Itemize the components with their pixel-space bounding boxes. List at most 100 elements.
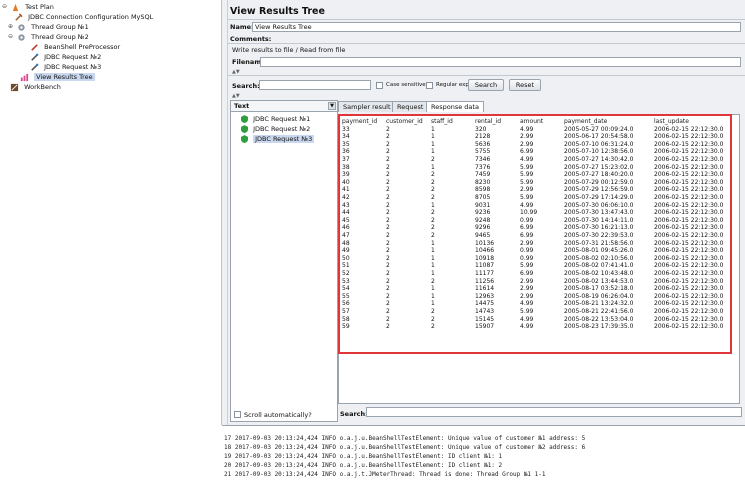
- tree-item-thread-group-2[interactable]: ⊖ Thread Group №2: [8, 32, 89, 42]
- response-cell: 1: [431, 270, 435, 277]
- response-cell: payment_id: [342, 118, 378, 125]
- tree-item-jdbc-config[interactable]: JDBC Connection Configuration MySQL: [14, 12, 153, 22]
- response-cell: 6.99: [520, 224, 534, 232]
- scroll-automatically-checkbox[interactable]: [234, 411, 241, 418]
- expand-icon[interactable]: ⊕: [8, 22, 15, 32]
- response-cell: 4.99: [520, 125, 534, 133]
- name-label: Name:: [230, 23, 254, 31]
- response-cell: 12963: [475, 292, 495, 300]
- tree-item-beanshell[interactable]: BeanShell PreProcessor: [30, 42, 120, 52]
- response-cell: 2: [386, 140, 390, 148]
- response-cell: 2005-08-02 07:41:41.0: [564, 262, 634, 270]
- response-cell: 2: [386, 308, 390, 315]
- response-cell: 2005-08-21 22:41:56.0: [564, 308, 634, 315]
- collapse-icon[interactable]: ⊖: [8, 32, 15, 42]
- chart-icon: [20, 73, 29, 81]
- renderer-select[interactable]: Text ▼: [231, 101, 337, 112]
- response-cell: 2005-07-29 17:14:29.0: [564, 194, 634, 201]
- response-cell: 14743: [475, 308, 495, 315]
- view-results-panel: View Results Tree Name: View Results Tre…: [228, 0, 745, 425]
- response-cell: 2: [386, 323, 390, 331]
- response-cell: 2: [386, 201, 390, 209]
- case-sensitive-checkbox[interactable]: [376, 82, 383, 89]
- response-cell: 2005-07-30 16:21:13.0: [564, 224, 634, 232]
- search-button[interactable]: Search: [468, 79, 504, 91]
- response-cell: 2: [386, 315, 390, 323]
- response-cell: 2006-02-15 22:12:30.0: [654, 194, 724, 201]
- pipette-icon: [31, 63, 39, 71]
- response-cell: 9236: [475, 209, 491, 217]
- response-cell: 2006-02-15 22:12:30.0: [654, 308, 724, 315]
- response-cell: 2.99: [520, 140, 534, 148]
- tab-request[interactable]: Request: [392, 101, 429, 112]
- response-cell: 2006-02-15 22:12:30.0: [654, 239, 724, 247]
- response-cell: 11256: [475, 277, 495, 285]
- response-cell: 7376: [475, 163, 491, 171]
- collapse-arrows-icon[interactable]: ▲▼: [232, 93, 240, 99]
- response-cell: 2: [386, 216, 390, 224]
- response-cell: 48: [342, 239, 350, 247]
- response-data-text[interactable]: payment_id customer_id staff_id rental_id am…: [338, 114, 732, 354]
- response-cell: 2005-08-22 13:53:04.0: [564, 315, 634, 323]
- log-viewer[interactable]: 17 2017-09-03 20:13:24,424 INFO o.a.j.u.…: [222, 425, 745, 480]
- response-cell: 1: [431, 148, 435, 156]
- search-input[interactable]: [259, 80, 371, 90]
- response-cell: 1: [431, 239, 435, 247]
- response-cell: 4.99: [520, 323, 534, 331]
- response-cell: 51: [342, 262, 350, 270]
- bottom-search-input[interactable]: [366, 407, 742, 417]
- tree-item-view-results-tree[interactable]: View Results Tree: [20, 72, 95, 82]
- search-label: Search:: [232, 82, 260, 90]
- result-item[interactable]: JDBC Request №2: [241, 125, 310, 134]
- response-cell: 15907: [475, 323, 495, 331]
- response-cell: 41: [342, 186, 350, 194]
- response-cell: 9296: [475, 224, 491, 232]
- response-cell: 2006-02-15 22:12:30.0: [654, 216, 724, 224]
- result-item[interactable]: JDBC Request №3: [241, 135, 315, 144]
- response-cell: 2: [431, 323, 435, 331]
- name-field[interactable]: View Results Tree: [252, 22, 741, 32]
- response-cell: 10.99: [520, 209, 538, 217]
- response-cell: 15145: [475, 315, 495, 323]
- response-cell: 2005-08-19 06:26:04.0: [564, 292, 634, 300]
- response-cell: 2: [431, 186, 435, 194]
- response-cell: 1: [431, 247, 435, 255]
- response-cell: 47: [342, 232, 350, 239]
- response-cell: 40: [342, 178, 350, 186]
- response-cell: 2005-07-27 14:30:42.0: [564, 156, 634, 163]
- chevron-down-icon[interactable]: ▼: [328, 102, 336, 110]
- response-cell: 2006-02-15 22:12:30.0: [654, 148, 724, 156]
- tree-item-workbench[interactable]: WorkBench: [10, 82, 61, 92]
- log-line: 20 2017-09-03 20:13:24,424 INFO o.a.j.u.…: [224, 462, 503, 469]
- result-item[interactable]: JDBC Request №1: [241, 115, 310, 124]
- response-cell: 2005-07-29 00:12:59.0: [564, 178, 634, 186]
- response-cell: 2006-02-15 22:12:30.0: [654, 292, 724, 300]
- response-cell: 46: [342, 224, 350, 232]
- response-cell: staff_id: [431, 118, 453, 125]
- success-shield-icon: [241, 125, 248, 133]
- collapse-icon[interactable]: ⊖: [2, 2, 9, 12]
- response-cell: 8230: [475, 178, 491, 186]
- response-cell: 320: [475, 125, 487, 133]
- response-cell: 34: [342, 133, 350, 141]
- tree-item-jdbc-request-2[interactable]: JDBC Request №2: [30, 52, 101, 62]
- response-cell: 2: [386, 148, 390, 156]
- tree-item-test-plan[interactable]: ⊖ Test Plan: [2, 2, 54, 12]
- response-cell: 1: [431, 133, 435, 141]
- tab-response-data[interactable]: Response data: [426, 101, 484, 112]
- response-cell: 42: [342, 194, 350, 201]
- response-cell: 2.99: [520, 285, 534, 293]
- response-cell: 2006-02-15 22:12:30.0: [654, 186, 724, 194]
- tree-item-thread-group-1[interactable]: ⊕ Thread Group №1: [8, 22, 89, 32]
- tree-item-jdbc-request-3[interactable]: JDBC Request №3: [30, 62, 101, 72]
- regex-checkbox[interactable]: [426, 82, 433, 89]
- response-cell: 4.99: [520, 300, 534, 308]
- response-cell: 1: [431, 285, 435, 293]
- response-cell: 6.99: [520, 148, 534, 156]
- results-list: Text ▼ JDBC Request №1 JDBC Request №2 J…: [230, 100, 338, 422]
- filename-field[interactable]: [260, 57, 741, 67]
- tab-sampler-result[interactable]: Sampler result: [338, 101, 396, 112]
- success-shield-icon: [241, 115, 248, 123]
- response-cell: 2: [431, 277, 435, 285]
- reset-button[interactable]: Reset: [509, 79, 541, 91]
